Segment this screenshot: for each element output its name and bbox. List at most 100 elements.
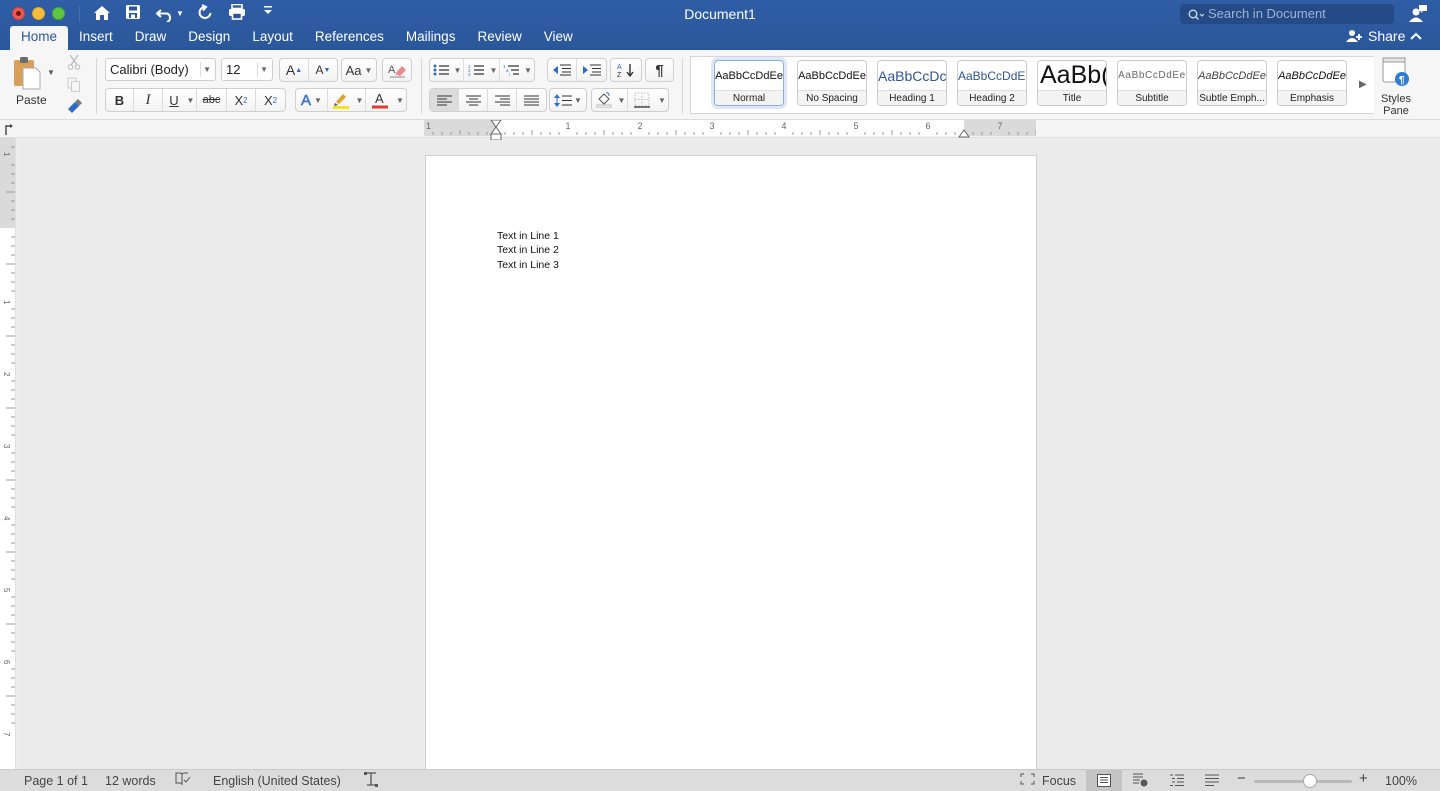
tab-draw[interactable]: Draw (124, 26, 178, 50)
page-count[interactable]: Page 1 of 1 (24, 773, 88, 789)
window-maximize-button[interactable] (52, 7, 65, 20)
paste-button[interactable] (12, 56, 42, 95)
styles-pane-button[interactable]: ¶ (1382, 57, 1410, 92)
share-button[interactable]: Share (1346, 28, 1405, 44)
web-layout-view-button[interactable] (1132, 773, 1148, 791)
save-icon[interactable] (125, 4, 141, 20)
align-right-button[interactable] (488, 89, 517, 111)
track-changes-icon[interactable] (363, 772, 379, 791)
search-input[interactable]: Search in Document (1180, 4, 1394, 24)
document-line-2[interactable]: Text in Line 2 (497, 244, 559, 256)
outline-view-button[interactable] (1170, 774, 1184, 790)
borders-dropdown-icon[interactable]: ▼ (656, 89, 668, 111)
style-subtitle[interactable]: AaBbCcDdEe Subtitle (1117, 60, 1187, 106)
font-color-button[interactable]: A (366, 89, 394, 111)
zoom-in-button[interactable]: + (1359, 771, 1368, 787)
style-no-spacing[interactable]: AaBbCcDdEe No Spacing (797, 60, 867, 106)
numbering-dropdown-icon[interactable]: ▼ (488, 59, 500, 81)
undo-icon[interactable]: ▼ (156, 4, 184, 24)
style-normal[interactable]: AaBbCcDdEe Normal (714, 60, 784, 106)
subscript-button[interactable]: X2 (227, 89, 256, 111)
text-effects-button[interactable]: A ▼ (296, 89, 328, 111)
copy-icon[interactable] (67, 77, 81, 98)
tab-mailings[interactable]: Mailings (395, 26, 467, 50)
tab-review[interactable]: Review (466, 26, 532, 50)
paste-dropdown-icon[interactable]: ▼ (47, 68, 55, 77)
document-line-1[interactable]: Text in Line 1 (497, 230, 559, 242)
print-icon[interactable] (228, 4, 246, 20)
highlight-dropdown-icon[interactable]: ▼ (354, 89, 366, 111)
print-layout-view-button[interactable] (1086, 770, 1122, 791)
highlight-button[interactable] (328, 89, 354, 111)
proofing-icon[interactable] (175, 772, 191, 790)
sort-button[interactable]: AZ (610, 58, 642, 82)
italic-button[interactable]: I (134, 89, 163, 111)
home-icon[interactable] (93, 4, 111, 22)
comments-user-icon[interactable] (1408, 4, 1428, 29)
style-subtle-emphasis[interactable]: AaBbCcDdEe Subtle Emph... (1197, 60, 1267, 106)
borders-button[interactable] (628, 89, 656, 111)
redo-icon[interactable] (197, 4, 213, 20)
tab-view[interactable]: View (533, 26, 584, 50)
strikethrough-button[interactable]: abc (197, 89, 227, 111)
document-page[interactable]: Text in Line 1 Text in Line 2 Text in Li… (426, 156, 1036, 776)
tab-references[interactable]: References (304, 26, 395, 50)
style-heading-2[interactable]: AaBbCcDdEe Heading 2 (957, 60, 1027, 106)
zoom-level[interactable]: 100% (1385, 773, 1417, 789)
customize-toolbar-icon[interactable] (263, 4, 273, 16)
increase-indent-button[interactable] (577, 59, 606, 81)
shading-button[interactable] (592, 89, 616, 111)
show-formatting-button[interactable]: ¶ (645, 58, 674, 82)
align-center-button[interactable] (459, 89, 488, 111)
bullets-dropdown-icon[interactable]: ▼ (452, 59, 464, 81)
first-line-indent-marker[interactable] (490, 119, 502, 145)
horizontal-ruler[interactable]: 1 1 2 3 4 5 6 7 (424, 119, 1036, 141)
format-painter-icon[interactable] (66, 99, 82, 120)
search-placeholder: Search in Document (1208, 6, 1326, 21)
clear-formatting-button[interactable]: A (382, 58, 412, 82)
numbering-button[interactable]: 123 (464, 59, 488, 81)
focus-button[interactable]: Focus (1042, 773, 1076, 789)
zoom-slider-thumb[interactable] (1303, 774, 1317, 788)
underline-button[interactable]: U (163, 89, 185, 111)
font-color-dropdown-icon[interactable]: ▼ (394, 89, 406, 111)
tab-design[interactable]: Design (177, 26, 241, 50)
style-heading-1[interactable]: AaBbCcDc Heading 1 (877, 60, 947, 106)
font-size-select[interactable]: 12 ▼ (221, 58, 273, 81)
draft-view-button[interactable] (1205, 774, 1219, 790)
collapse-ribbon-icon[interactable] (1410, 29, 1422, 43)
shading-dropdown-icon[interactable]: ▼ (616, 89, 628, 111)
change-case-button[interactable]: Aa ▼ (341, 58, 377, 82)
line-spacing-button[interactable]: ▼ (549, 88, 587, 112)
style-title[interactable]: AaBb( Title (1037, 60, 1107, 106)
gallery-scroll-right-icon[interactable]: ▶ (1359, 79, 1367, 90)
tab-home[interactable]: Home (10, 26, 69, 50)
multilevel-list-button[interactable]: 1ai (500, 59, 522, 81)
document-line-3[interactable]: Text in Line 3 (497, 259, 559, 271)
superscript-button[interactable]: X2 (256, 89, 285, 111)
bold-button[interactable]: B (106, 89, 134, 111)
word-count[interactable]: 12 words (105, 773, 156, 789)
multilevel-dropdown-icon[interactable]: ▼ (522, 59, 534, 81)
bullets-button[interactable] (430, 59, 452, 81)
tab-layout[interactable]: Layout (241, 26, 304, 50)
window-minimize-button[interactable] (32, 7, 45, 20)
right-indent-marker[interactable] (958, 126, 970, 144)
style-preview: AaBbCcDdEe (958, 69, 1026, 83)
font-name-select[interactable]: Calibri (Body) ▼ (105, 58, 216, 81)
align-left-button[interactable] (430, 89, 459, 111)
decrease-font-size-button[interactable]: A ▼ (309, 59, 337, 81)
underline-dropdown-icon[interactable]: ▼ (185, 89, 197, 111)
justify-button[interactable] (517, 89, 546, 111)
cut-icon[interactable] (66, 54, 82, 75)
window-close-button[interactable] (12, 7, 25, 20)
undo-dropdown-icon[interactable]: ▼ (176, 4, 184, 24)
style-emphasis[interactable]: AaBbCcDdEe Emphasis (1277, 60, 1347, 106)
zoom-out-button[interactable]: − (1237, 771, 1246, 787)
increase-font-size-button[interactable]: A ▲ (280, 59, 309, 81)
decrease-indent-button[interactable] (548, 59, 577, 81)
tab-insert[interactable]: Insert (68, 26, 124, 50)
focus-icon[interactable] (1020, 773, 1035, 789)
language[interactable]: English (United States) (213, 773, 341, 789)
vertical-ruler[interactable]: 1 1 2 3 4 5 6 7 (0, 138, 16, 769)
